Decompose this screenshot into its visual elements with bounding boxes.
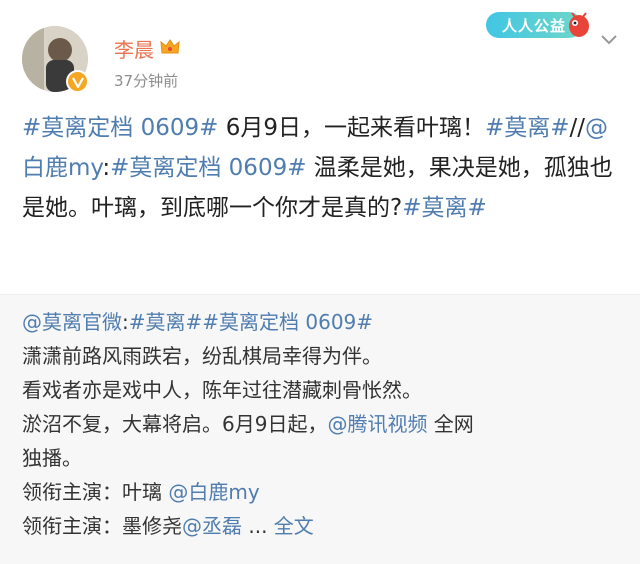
repost-text: 领衔主演：叶璃 [22, 480, 169, 504]
repost-line: 领衔主演：叶璃 @白鹿my [22, 475, 622, 509]
username[interactable]: 李晨 [114, 34, 154, 63]
post-content: #莫离定档 0609# 6月9日，一起来看叶璃！#莫离#//@白鹿my:#莫离定… [22, 108, 620, 228]
charity-badge-label: 人人公益 [501, 16, 566, 35]
repost-text: 全网 [427, 412, 474, 436]
full-text-link[interactable]: 全文 [274, 514, 314, 538]
mention-link[interactable]: @白鹿my [168, 480, 259, 504]
post-text: 6月9日，一起来看叶璃！ [218, 115, 485, 141]
topic-link[interactable]: #莫离# [485, 115, 570, 141]
reposted-content[interactable]: @莫离官微:#莫离##莫离定档 0609# 潇潇前路风雨跌宕，纷乱棋局幸得为伴。… [0, 294, 640, 564]
repost-text: 领衔主演：墨修尧 [22, 514, 182, 538]
verified-v-icon [66, 70, 89, 93]
repost-line: @莫离官微:#莫离##莫离定档 0609# [22, 305, 622, 339]
mention-link[interactable]: @莫离官微 [22, 310, 122, 334]
post-time: 37分钟前 [114, 72, 179, 90]
post-text: : [102, 155, 111, 181]
repost-separator: // [569, 115, 586, 141]
repost-line: 潇潇前路风雨跌宕，纷乱棋局幸得为伴。 [22, 344, 382, 368]
topic-link[interactable]: #莫离定档 0609# [22, 115, 218, 141]
chevron-down-icon[interactable] [600, 34, 618, 46]
topic-link[interactable]: #莫离# [129, 310, 203, 334]
topic-link[interactable]: #莫离定档 0609# [110, 155, 306, 181]
mention-link[interactable]: @腾讯视频 [327, 412, 427, 436]
repost-colon: : [122, 310, 129, 334]
repost-line: 看戏者亦是戏中人，陈年过往潜藏刺骨怅然。 [22, 378, 422, 402]
crown-icon[interactable] [160, 37, 180, 61]
charity-mascot-icon [569, 12, 589, 37]
repost-body: @莫离官微:#莫离##莫离定档 0609# 潇潇前路风雨跌宕，纷乱棋局幸得为伴。… [22, 305, 622, 543]
mention-link[interactable]: @丞磊 [182, 514, 242, 538]
repost-line: 独播。 [22, 446, 82, 470]
repost-line: 淤沼不复，大幕将启。6月9日起，@腾讯视频 全网 [22, 407, 622, 441]
topic-link[interactable]: #莫离# [402, 195, 487, 221]
topic-link[interactable]: #莫离定档 0609# [202, 310, 373, 334]
weibo-post: 李晨 37分钟前 人人公益 #莫离定档 0609# 6月9日，一起来看叶璃！#莫… [0, 0, 640, 294]
repost-line: 领衔主演：墨修尧@丞磊 ... 全文 [22, 509, 622, 543]
username-row: 李晨 [114, 34, 180, 63]
repost-text: 淤沼不复，大幕将启。6月9日起， [22, 412, 328, 436]
repost-ellipsis: ... [242, 514, 274, 538]
